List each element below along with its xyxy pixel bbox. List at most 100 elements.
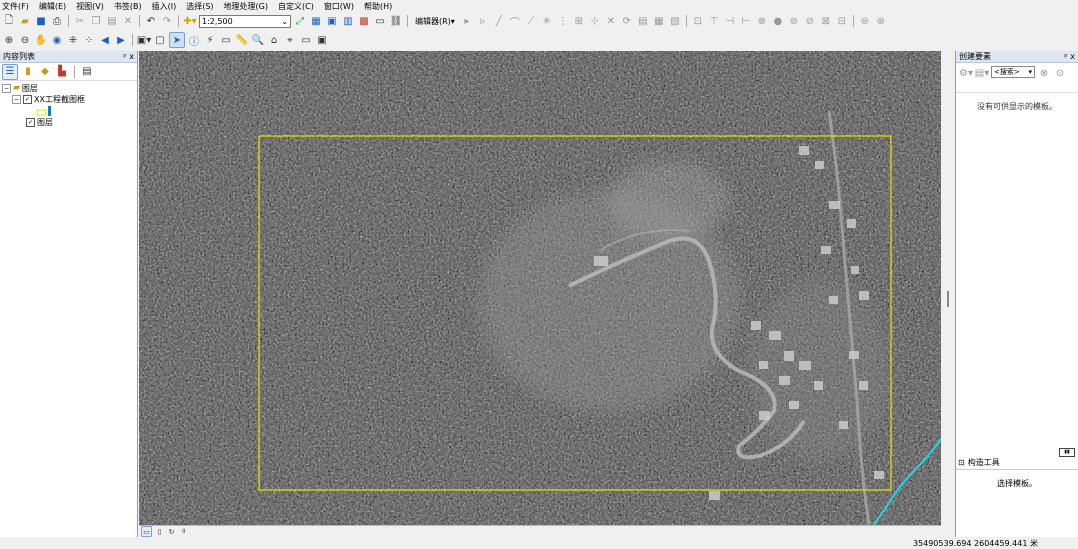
- edit-tool-icon[interactable]: ▸: [460, 14, 474, 28]
- menu-geoprocessing[interactable]: 地理处理(G): [224, 1, 268, 12]
- save-icon[interactable]: ■: [34, 14, 48, 28]
- menu-bookmarks[interactable]: 书签(B): [114, 1, 142, 12]
- extend-icon[interactable]: ⊣: [723, 14, 737, 28]
- reshape-icon[interactable]: ⊞: [572, 14, 586, 28]
- new-document-icon[interactable]: 🗋: [2, 14, 16, 28]
- smooth-icon[interactable]: ●: [771, 14, 785, 28]
- select-features-icon[interactable]: ▣▾: [137, 33, 151, 47]
- list-by-drawing-order-icon[interactable]: ☰: [2, 63, 18, 80]
- fixed-zoom-in-icon[interactable]: ⁜: [66, 33, 80, 47]
- split-icon[interactable]: ✕: [604, 14, 618, 28]
- full-extent-icon[interactable]: ◉: [50, 33, 64, 47]
- pan-icon[interactable]: ✋: [34, 33, 48, 47]
- measure-icon[interactable]: 📏: [235, 33, 249, 47]
- hyperlink-icon[interactable]: ⚡: [203, 33, 217, 47]
- add-data-icon[interactable]: ✚▾: [183, 14, 197, 28]
- editor-toolbar-icon[interactable]: ⤢: [293, 14, 307, 28]
- select-elements-icon[interactable]: ➤: [169, 32, 185, 48]
- menu-select[interactable]: 选择(S): [186, 1, 213, 12]
- editor-menu-button[interactable]: 编辑器(R)▾: [412, 16, 458, 27]
- organize-templates-icon[interactable]: ⚙▾: [959, 66, 973, 80]
- time-slider-icon[interactable]: ▭: [299, 33, 313, 47]
- union-icon[interactable]: ⊟: [835, 14, 849, 28]
- delete-icon[interactable]: ✕: [121, 14, 135, 28]
- trim-icon[interactable]: ⊢: [739, 14, 753, 28]
- layer-visibility-checkbox[interactable]: ✓: [23, 95, 32, 104]
- point-icon[interactable]: ✳: [540, 14, 554, 28]
- arctoolbox-icon[interactable]: ▩: [357, 14, 371, 28]
- menu-insert[interactable]: 插入(I): [152, 1, 177, 12]
- html-popup-icon[interactable]: ▭: [219, 33, 233, 47]
- menu-window[interactable]: 窗口(W): [324, 1, 354, 12]
- back-extent-icon[interactable]: ◀: [98, 33, 112, 47]
- buffer-icon[interactable]: ⊚: [787, 14, 801, 28]
- template-properties-icon[interactable]: ⊙: [1053, 66, 1067, 80]
- clip-icon[interactable]: ⊜: [858, 14, 872, 28]
- refresh-icon[interactable]: ↻: [167, 527, 176, 536]
- paste-icon[interactable]: ▤: [105, 14, 119, 28]
- undo-icon[interactable]: ↶: [144, 14, 158, 28]
- create-features-icon[interactable]: ▧: [668, 14, 682, 28]
- cut-polygon-icon[interactable]: ⊹: [588, 14, 602, 28]
- catalog-icon[interactable]: ▣: [325, 14, 339, 28]
- data-view-icon[interactable]: ▭: [141, 526, 152, 537]
- find-route-icon[interactable]: ⌂: [267, 33, 281, 47]
- toc-pin-close-icon[interactable]: ᵖ x: [123, 52, 134, 61]
- list-by-selection-icon[interactable]: ▙: [55, 65, 69, 79]
- python-window-icon[interactable]: ▭: [373, 14, 387, 28]
- panel-splitter[interactable]: [941, 51, 955, 537]
- table-of-contents-icon[interactable]: ▦: [309, 14, 323, 28]
- trace-icon[interactable]: ⟋: [524, 14, 538, 28]
- redo-icon[interactable]: ↷: [160, 14, 174, 28]
- topology-icon[interactable]: ⊡: [691, 14, 705, 28]
- map-scale-combobox[interactable]: 1:2,500 ⌄: [199, 14, 291, 28]
- zoom-out-icon[interactable]: ⊖: [18, 33, 32, 47]
- generalize-icon[interactable]: ⊗: [755, 14, 769, 28]
- edit-vertices-icon[interactable]: ⋮: [556, 14, 570, 28]
- tree-row-group-layer[interactable]: − ✓ XX工程截图框: [2, 94, 137, 105]
- collapse-icon[interactable]: −: [2, 84, 11, 93]
- tree-row-layers[interactable]: − ▰ 图层: [2, 83, 137, 94]
- rotate-icon[interactable]: ⟳: [620, 14, 634, 28]
- forward-extent-icon[interactable]: ▶: [114, 33, 128, 47]
- merge-icon[interactable]: ⊠: [819, 14, 833, 28]
- toc-options-icon[interactable]: ▤: [80, 65, 94, 79]
- menu-customize[interactable]: 自定义(C): [278, 1, 314, 12]
- tree-row-sub-layer[interactable]: ✓ 图层: [2, 117, 137, 128]
- go-to-xy-icon[interactable]: ⌖: [283, 33, 297, 47]
- create-viewer-window-icon[interactable]: ▣: [315, 33, 329, 47]
- align-edge-icon[interactable]: ⊤: [707, 14, 721, 28]
- list-by-source-icon[interactable]: ▮: [21, 65, 35, 79]
- panel-resize-icon[interactable]: ▮▮: [1059, 448, 1075, 457]
- search-icon[interactable]: ⊗: [1037, 66, 1051, 80]
- copy-parallel-icon[interactable]: ⊘: [803, 14, 817, 28]
- splitter-grip[interactable]: [947, 291, 949, 307]
- cut-icon[interactable]: ✂: [73, 14, 87, 28]
- layout-view-icon[interactable]: ▯: [155, 527, 164, 536]
- identify-icon[interactable]: ⓘ: [187, 33, 201, 48]
- menu-edit[interactable]: 编辑(E): [39, 1, 66, 12]
- map-view[interactable]: [139, 51, 941, 525]
- menu-help[interactable]: 帮助(H): [364, 1, 392, 12]
- search-window-icon[interactable]: ▥: [341, 14, 355, 28]
- menu-view[interactable]: 视图(V): [76, 1, 104, 12]
- end-point-arc-icon[interactable]: ⌒: [508, 14, 522, 29]
- layer-visibility-checkbox[interactable]: ✓: [26, 118, 35, 127]
- attributes-icon[interactable]: ▤: [636, 14, 650, 28]
- straight-segment-icon[interactable]: ╱: [492, 14, 506, 28]
- clear-selection-icon[interactable]: ▢: [153, 33, 167, 47]
- zoom-in-icon[interactable]: ⊕: [2, 33, 16, 47]
- open-folder-icon[interactable]: ▰: [18, 14, 32, 28]
- model-builder-icon[interactable]: ⛓: [389, 14, 403, 28]
- collapse-icon[interactable]: −: [12, 95, 21, 104]
- print-icon[interactable]: ⎙: [50, 14, 64, 28]
- find-icon[interactable]: 🔍: [251, 33, 265, 47]
- filter-templates-icon[interactable]: ▤▾: [975, 66, 989, 80]
- menu-file[interactable]: 文件(F): [2, 1, 29, 12]
- template-search-select[interactable]: <搜索> ▾: [991, 66, 1035, 78]
- intersect-icon[interactable]: ⊛: [874, 14, 888, 28]
- list-by-visibility-icon[interactable]: ◆: [38, 65, 52, 79]
- fixed-zoom-out-icon[interactable]: ⁘: [82, 33, 96, 47]
- satellite-imagery[interactable]: [139, 51, 941, 525]
- create-features-pin-close-icon[interactable]: ᵖ x: [1064, 52, 1075, 61]
